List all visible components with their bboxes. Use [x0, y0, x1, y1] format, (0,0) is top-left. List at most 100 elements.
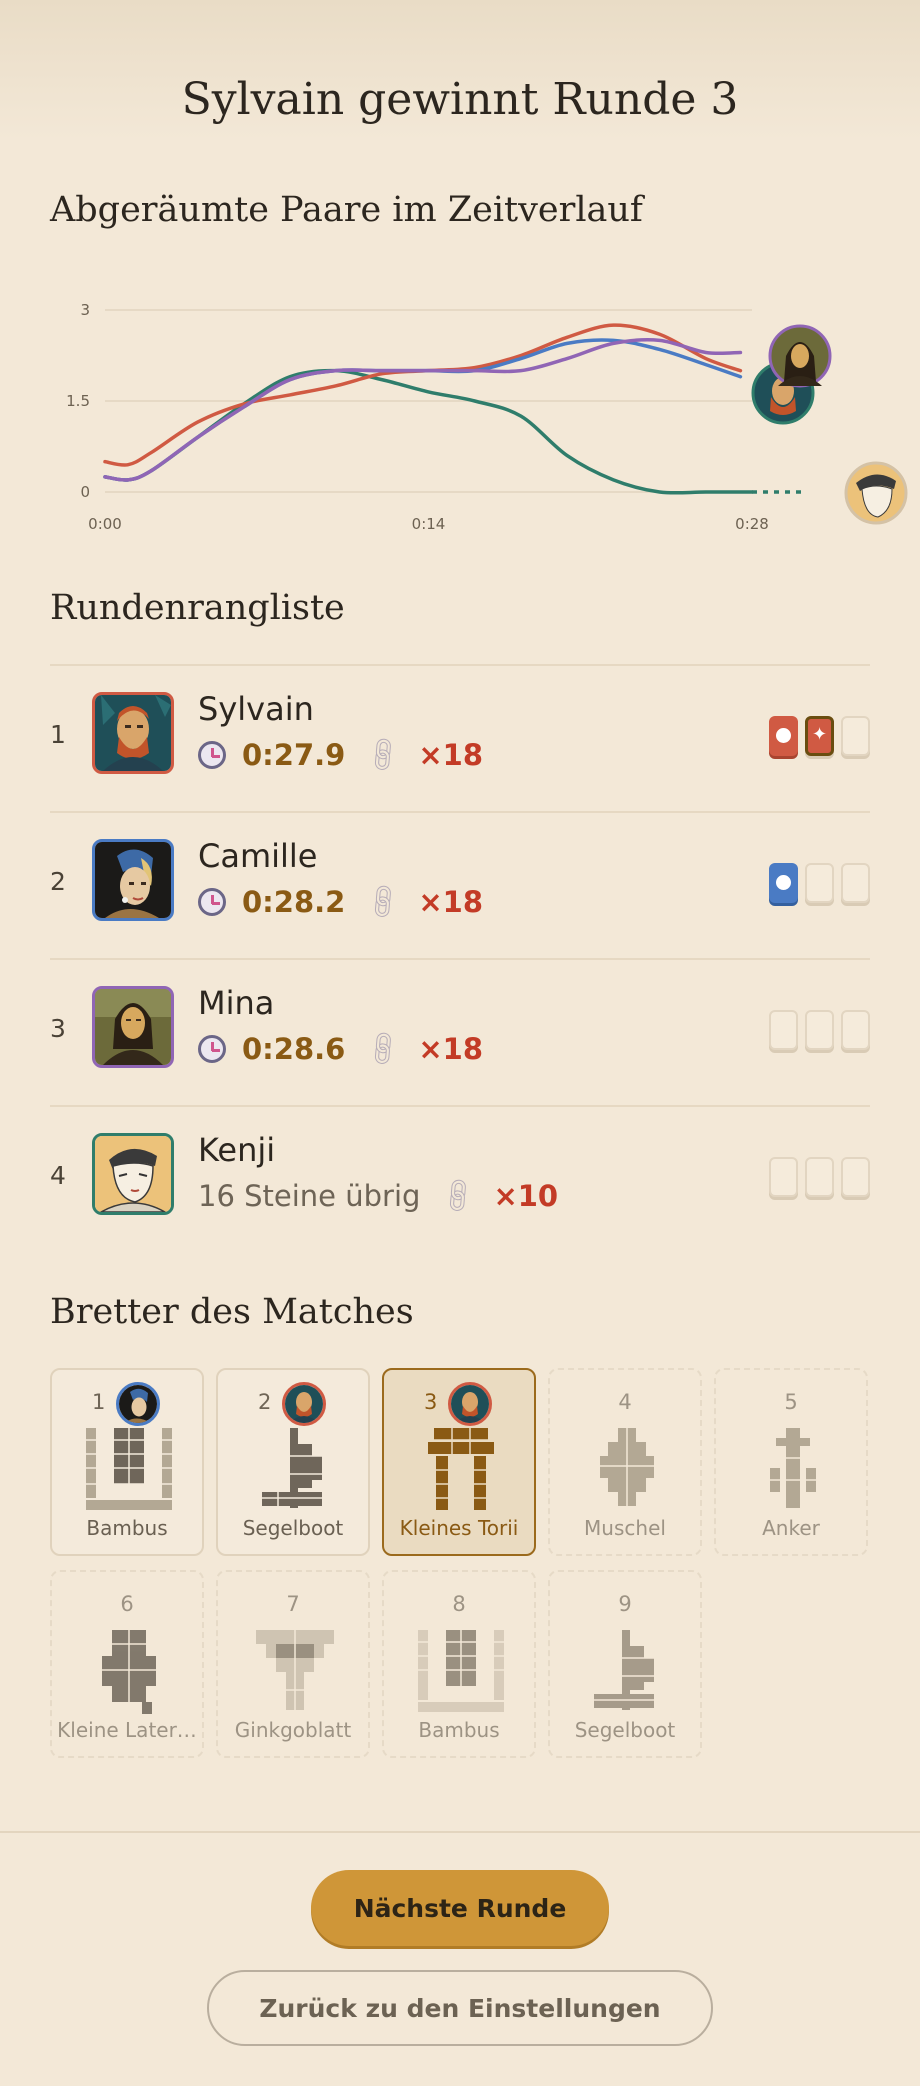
finish-time: 0:27.9: [242, 738, 346, 772]
clock-icon: [198, 1035, 226, 1063]
player-stats: 0:28.6 🔗︎ ×18: [198, 1027, 483, 1071]
round-win-slot-empty: [769, 1157, 798, 1197]
round-win-slot-empty: [805, 1157, 834, 1197]
combo-count: ×18: [418, 1032, 483, 1066]
chain-link-icon: 🔗︎: [436, 1173, 482, 1219]
boards-heading: Bretter des Matches: [50, 1292, 414, 1332]
van-gogh-portrait: [92, 692, 174, 774]
ukiyo-e-portrait: [92, 1133, 174, 1215]
player-stats: 16 Steine übrig 🔗︎ ×10: [198, 1174, 559, 1218]
anchor-shape-icon: [746, 1428, 840, 1508]
player-stats: 0:28.2 🔗︎ ×18: [198, 880, 483, 924]
combo-count: ×18: [418, 885, 483, 919]
player-name: Camille: [198, 837, 318, 875]
board-name: Bambus: [86, 1516, 168, 1540]
lantern-shape-icon: [82, 1630, 176, 1714]
rank-number: 3: [50, 1014, 66, 1043]
torii-shape-icon: [414, 1428, 508, 1510]
y-tick-label: 1.5: [66, 392, 90, 410]
ranking-row-camille: 2 Camille 0:28.2 🔗︎ ×18: [50, 811, 870, 958]
round-win-slot-empty: [805, 863, 834, 903]
board-card-4-locked: 4 Muschel: [548, 1368, 702, 1556]
ranking-row-sylvain: 1 Sylvain 0:27.9 🔗︎ ×18 ✦: [50, 664, 870, 811]
board-card-7-locked: 7 Ginkgoblatt: [216, 1570, 370, 1758]
sailboat-shape-icon: [248, 1428, 342, 1508]
board-name: Anker: [762, 1516, 820, 1540]
van-gogh-portrait: [448, 1382, 492, 1426]
board-card-2[interactable]: 2 Segelboot: [216, 1368, 370, 1556]
round-win-slot-empty: [769, 1010, 798, 1050]
chain-link-icon: 🔗︎: [361, 879, 407, 925]
round-wins: [769, 1157, 870, 1197]
board-name: Bambus: [418, 1718, 500, 1742]
player-name: Mina: [198, 984, 275, 1022]
pearl-earring-portrait: [116, 1382, 160, 1426]
board-number: 3: [424, 1390, 438, 1414]
board-name: Muschel: [584, 1516, 666, 1540]
series-line-kenji: [103, 368, 754, 495]
round-win-slot-empty: [841, 1010, 870, 1050]
board-card-6-locked: 6 Kleine Later…: [50, 1570, 204, 1758]
next-round-button[interactable]: Nächste Runde: [311, 1870, 609, 1946]
board-name: Segelboot: [242, 1516, 344, 1540]
player-name: Sylvain: [198, 690, 314, 728]
round-win-slot-empty: [841, 863, 870, 903]
board-card-8-locked: 8 Bambus: [382, 1570, 536, 1758]
ranking-heading: Rundenrangliste: [50, 588, 345, 628]
board-number: 5: [784, 1390, 798, 1414]
board-card-9-locked: 9 Segelboot: [548, 1570, 702, 1758]
board-number: 9: [618, 1592, 632, 1616]
chart-heading: Abgeräumte Paare im Zeitverlauf: [50, 190, 643, 230]
rank-number: 4: [50, 1161, 66, 1190]
combo-count: ×10: [493, 1179, 559, 1213]
round-win-slot-empty: [805, 1010, 834, 1050]
board-name: Segelboot: [574, 1718, 676, 1742]
round-win-slot: [769, 716, 798, 756]
round-wins: [769, 1010, 870, 1050]
board-number: 4: [618, 1390, 632, 1414]
board-name: Ginkgoblatt: [234, 1718, 352, 1742]
footer-divider: [0, 1831, 920, 1833]
series-line-camille: [103, 338, 743, 482]
round-win-slot-empty: [841, 1157, 870, 1197]
ranking-list: 1 Sylvain 0:27.9 🔗︎ ×18 ✦ 2 Camille 0:28…: [50, 664, 870, 1252]
y-tick-label: 0: [80, 483, 90, 501]
rank-number: 1: [50, 720, 66, 749]
board-number: 7: [286, 1592, 300, 1616]
series-line-mina: [103, 337, 743, 482]
mona-lisa-portrait: [92, 986, 174, 1068]
rank-number: 2: [50, 867, 66, 896]
sailboat-shape-icon: [580, 1630, 674, 1710]
x-tick-label: 0:14: [412, 515, 446, 533]
board-number: 6: [120, 1592, 134, 1616]
x-tick-label: 0:00: [88, 515, 122, 533]
back-to-settings-button[interactable]: Zurück zu den Einstellungen: [207, 1970, 713, 2046]
board-card-5-locked: 5 Anker: [714, 1368, 868, 1556]
round-win-star-slot: ✦: [805, 716, 834, 756]
mona-lisa-marker: [768, 324, 832, 388]
board-number: 2: [258, 1390, 272, 1414]
board-card-1[interactable]: 1 Bambus: [50, 1368, 204, 1556]
round-wins: [769, 863, 870, 903]
round-win-slot-empty: [841, 716, 870, 756]
shell-shape-icon: [580, 1428, 674, 1506]
pairs-over-time-chart: 0 1.5 3 0:00 0:14 0:28: [66, 301, 908, 533]
clock-icon: [198, 888, 226, 916]
chain-link-icon: 🔗︎: [361, 1026, 407, 1072]
bamboo-shape-icon: [82, 1428, 176, 1510]
ukiyo-e-marker: [844, 461, 908, 525]
pearl-earring-portrait: [92, 839, 174, 921]
finish-time: 0:28.6: [242, 1032, 346, 1066]
bamboo-shape-icon: [414, 1630, 508, 1712]
board-name: Kleines Torii: [399, 1516, 519, 1540]
board-card-3-current[interactable]: 3 Kleines Torii: [382, 1368, 536, 1556]
page-title: Sylvain gewinnt Runde 3: [181, 74, 739, 125]
x-tick-label: 0:28: [735, 515, 769, 533]
board-number: 8: [452, 1592, 466, 1616]
finish-time: 0:28.2: [242, 885, 346, 919]
board-number: 1: [92, 1390, 106, 1414]
ginkgo-leaf-shape-icon: [248, 1630, 342, 1710]
tiles-remaining: 16 Steine übrig: [198, 1179, 421, 1213]
board-name: Kleine Later…: [57, 1718, 197, 1742]
round-wins: ✦: [769, 716, 870, 756]
